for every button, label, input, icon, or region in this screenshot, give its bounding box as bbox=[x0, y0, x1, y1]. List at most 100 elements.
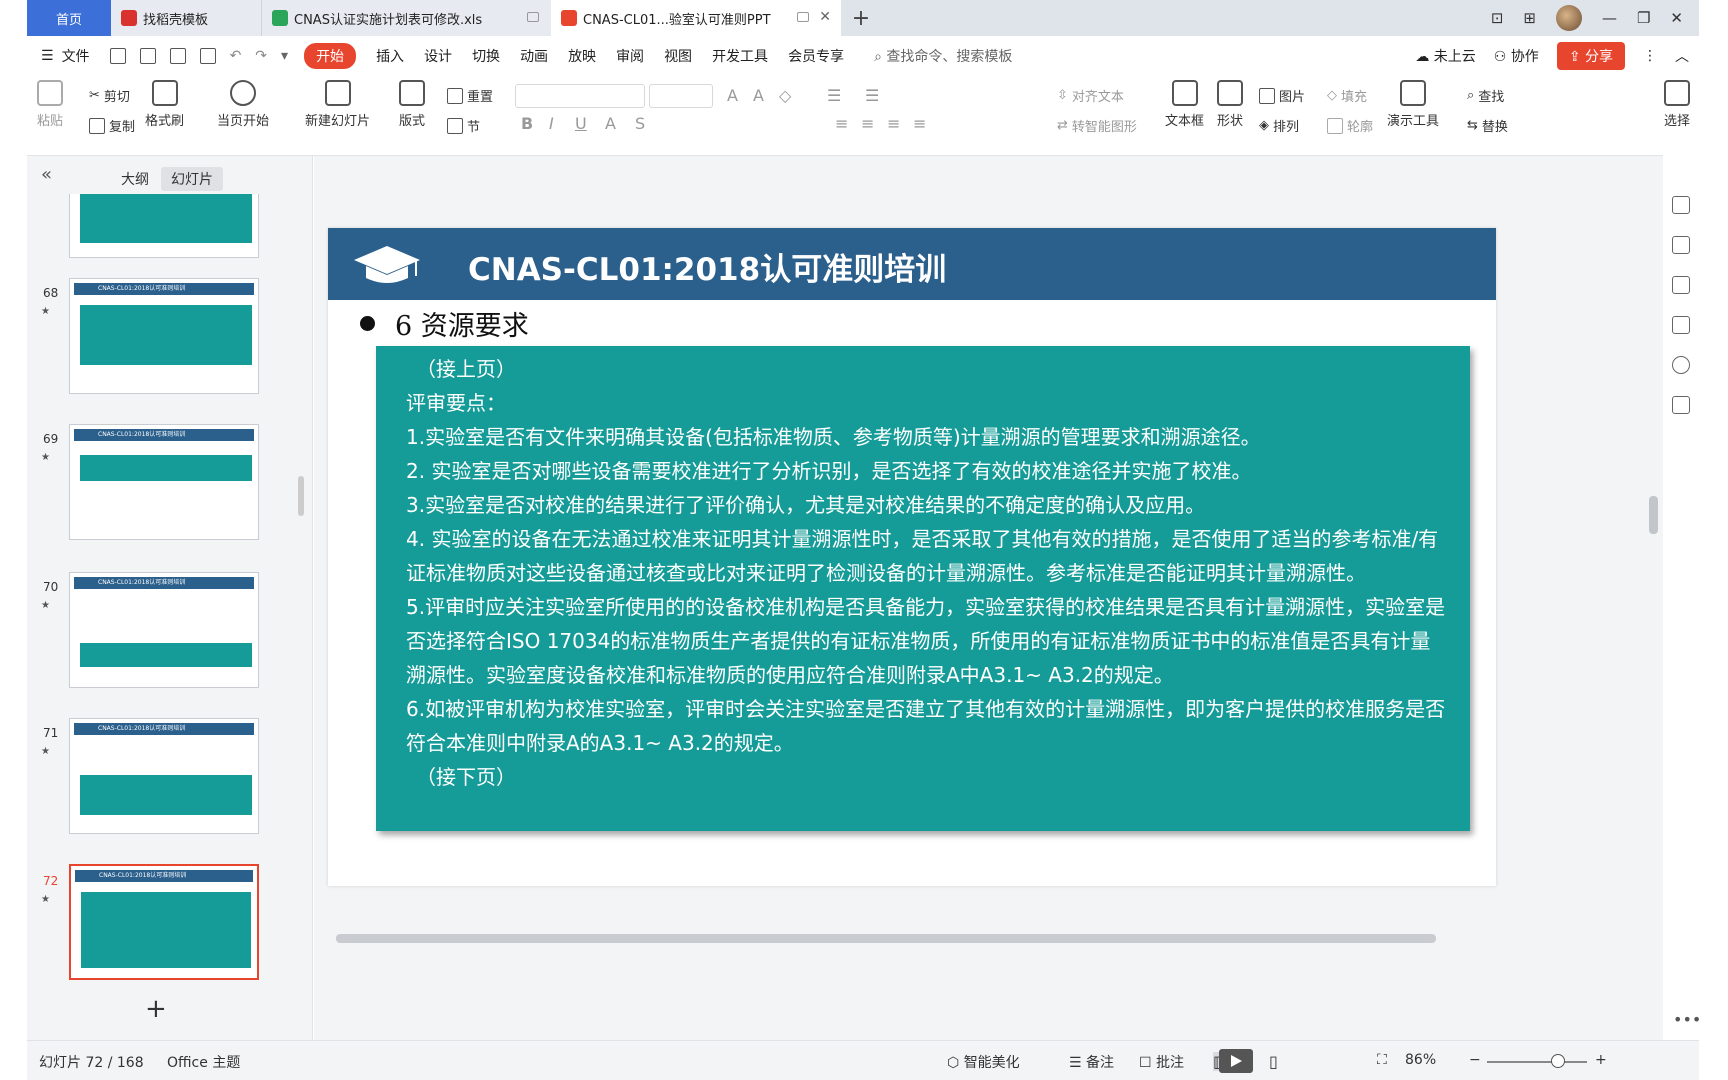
print-icon[interactable] bbox=[169, 48, 186, 64]
more-icon[interactable]: ••• bbox=[1673, 1010, 1699, 1029]
new-slide-button[interactable]: 新建幻灯片 bbox=[305, 80, 370, 129]
tab-presentation[interactable]: CNAS-CL01...验室认可准则PPT ✕ bbox=[551, 0, 841, 36]
quick-access-dropdown-icon[interactable]: ▾ bbox=[281, 48, 288, 64]
menu-file[interactable]: 文件 bbox=[62, 46, 90, 66]
italic-icon[interactable]: I bbox=[549, 114, 554, 133]
collab-button[interactable]: ⚇ 协作 bbox=[1494, 46, 1539, 66]
pin-icon[interactable] bbox=[527, 12, 539, 22]
slide-thumbnail-67[interactable] bbox=[69, 194, 259, 258]
undo-icon[interactable]: ↶ bbox=[230, 48, 242, 64]
strikethrough-icon[interactable]: S bbox=[635, 114, 645, 133]
align-text-button[interactable]: ⇳ 对齐文本 bbox=[1057, 86, 1124, 105]
compass-icon[interactable] bbox=[1672, 356, 1690, 374]
comment-panel-icon[interactable] bbox=[1672, 196, 1690, 214]
more-icon[interactable]: ⋮ bbox=[1643, 48, 1657, 64]
menu-developer[interactable]: 开发工具 bbox=[712, 46, 768, 66]
theme-name[interactable]: Office 主题 bbox=[167, 1052, 240, 1072]
shrink-font-icon[interactable]: A bbox=[753, 86, 764, 105]
grow-font-icon[interactable]: A bbox=[727, 86, 738, 105]
paste-button[interactable]: 粘贴 bbox=[37, 80, 63, 129]
command-search[interactable]: ⌕ 查找命令、搜索模板 bbox=[874, 46, 1012, 66]
comments-button[interactable]: ☐ 批注 bbox=[1139, 1052, 1184, 1072]
horizontal-scrollbar[interactable] bbox=[314, 931, 1524, 945]
restore-icon[interactable]: ❐ bbox=[1637, 9, 1650, 27]
slideshow-play-button[interactable] bbox=[1219, 1049, 1253, 1073]
replace-button[interactable]: ⇆ 替换 bbox=[1467, 116, 1508, 135]
menu-start[interactable]: 开始 bbox=[304, 43, 357, 69]
eraser-icon[interactable]: ◇ bbox=[779, 86, 791, 105]
menu-slideshow[interactable]: 放映 bbox=[568, 46, 596, 66]
font-color-icon[interactable]: A bbox=[605, 114, 616, 133]
current-slide[interactable]: CNAS-CL01:2018认可准则培训 6 资源要求 （接上页） 评审要点： … bbox=[328, 228, 1496, 886]
tab-docer[interactable]: 找稻壳模板 bbox=[111, 0, 261, 36]
cloud-status[interactable]: ☁ 未上云 bbox=[1415, 46, 1475, 66]
justify-icon[interactable]: ≡ bbox=[913, 114, 926, 133]
copy-button[interactable]: 复制 bbox=[89, 116, 135, 135]
arrange-button[interactable]: ◈ 排列 bbox=[1259, 116, 1299, 135]
beautify-icon[interactable] bbox=[1672, 316, 1690, 334]
menu-transition[interactable]: 切换 bbox=[472, 46, 500, 66]
menu-view[interactable]: 视图 bbox=[664, 46, 692, 66]
reading-view-icon[interactable]: ▯ bbox=[1269, 1052, 1278, 1071]
menu-design[interactable]: 设计 bbox=[424, 46, 452, 66]
horizontal-scroll-thumb[interactable] bbox=[336, 934, 1436, 943]
zoom-in-icon[interactable]: + bbox=[1595, 1052, 1607, 1068]
slide-thumbnail-70[interactable]: CNAS-CL01:2018认可准则培训 bbox=[69, 572, 259, 688]
zoom-slider-knob[interactable] bbox=[1551, 1054, 1565, 1068]
avatar[interactable] bbox=[1555, 5, 1582, 31]
add-slide-button[interactable]: + bbox=[145, 994, 167, 1024]
slide-thumbnail-72[interactable]: CNAS-CL01:2018认可准则培训 bbox=[69, 864, 259, 980]
menu-animation[interactable]: 动画 bbox=[520, 46, 548, 66]
font-size-select[interactable] bbox=[649, 84, 713, 108]
menu-insert[interactable]: 插入 bbox=[376, 46, 404, 66]
align-left-icon[interactable]: ≡ bbox=[835, 114, 848, 133]
save-icon[interactable] bbox=[109, 48, 126, 64]
underline-icon[interactable]: U bbox=[575, 114, 587, 133]
fit-window-icon[interactable]: ⛶ bbox=[1377, 1052, 1387, 1068]
vertical-scroll-thumb[interactable] bbox=[1649, 496, 1658, 534]
reset-button[interactable]: 重置 bbox=[447, 86, 493, 105]
redo-icon[interactable]: ↷ bbox=[255, 48, 267, 64]
menu-review[interactable]: 审阅 bbox=[616, 46, 644, 66]
tab-home[interactable]: 首页 bbox=[27, 0, 111, 36]
select-button[interactable]: 选择 bbox=[1657, 80, 1697, 129]
format-painter-button[interactable]: 格式刷 bbox=[145, 80, 184, 129]
grid-apps-icon[interactable]: ⊞ bbox=[1523, 9, 1536, 27]
close-window-icon[interactable]: ✕ bbox=[1670, 9, 1683, 27]
section-button[interactable]: 节 bbox=[447, 116, 480, 135]
find-button[interactable]: ⌕ 查找 bbox=[1467, 86, 1504, 105]
zoom-level[interactable]: 86% bbox=[1405, 1052, 1436, 1068]
close-tab-icon[interactable]: ✕ bbox=[819, 9, 831, 25]
tab-outline[interactable]: 大纲 bbox=[111, 167, 159, 191]
present-tools-button[interactable]: 演示工具 bbox=[1387, 80, 1439, 129]
bullet-list-icon[interactable]: ☰ bbox=[827, 86, 841, 105]
new-tab-button[interactable]: + bbox=[841, 0, 881, 36]
panel-scrollbar[interactable] bbox=[298, 476, 304, 516]
print-preview-icon[interactable] bbox=[199, 48, 216, 64]
content-textbox[interactable]: （接上页） 评审要点： 1.实验室是否有文件来明确其设备(包括标准物质、参考物质… bbox=[376, 346, 1470, 831]
minimize-icon[interactable]: — bbox=[1602, 9, 1617, 27]
number-list-icon[interactable]: ☰ bbox=[865, 86, 879, 105]
tab-slides[interactable]: 幻灯片 bbox=[161, 167, 223, 191]
from-current-button[interactable]: 当页开始 bbox=[217, 80, 269, 129]
hamburger-icon[interactable]: ☰ bbox=[41, 48, 54, 64]
picture-button[interactable]: 图片 bbox=[1259, 86, 1305, 105]
cut-button[interactable]: ✂ 剪切 bbox=[89, 86, 130, 105]
align-right-icon[interactable]: ≡ bbox=[887, 114, 900, 133]
slide-thumbnail-68[interactable]: CNAS-CL01:2018认可准则培训 bbox=[69, 278, 259, 394]
fill-button[interactable]: ◇ 填充 bbox=[1327, 86, 1367, 105]
beautify-button[interactable]: ⬡ 智能美化 bbox=[947, 1052, 1020, 1072]
bold-icon[interactable]: B bbox=[521, 114, 533, 133]
properties-icon[interactable] bbox=[1672, 236, 1690, 254]
vertical-scrollbar[interactable] bbox=[1643, 156, 1663, 956]
zoom-slider[interactable] bbox=[1487, 1061, 1587, 1063]
share-button[interactable]: ⇪ 分享 bbox=[1556, 42, 1625, 70]
star-icon[interactable] bbox=[1672, 276, 1690, 294]
textbox-button[interactable]: 文本框 bbox=[1165, 80, 1204, 129]
layout-button[interactable]: 版式 bbox=[399, 80, 425, 129]
collapse-panel-icon[interactable]: « bbox=[41, 164, 52, 185]
menu-member[interactable]: 会员专享 bbox=[788, 46, 844, 66]
slide-thumbnail-71[interactable]: CNAS-CL01:2018认可准则培训 bbox=[69, 718, 259, 834]
smart-shape-button[interactable]: ⇄ 转智能图形 bbox=[1057, 116, 1137, 135]
collapse-ribbon-icon[interactable]: ︿ bbox=[1675, 46, 1689, 66]
